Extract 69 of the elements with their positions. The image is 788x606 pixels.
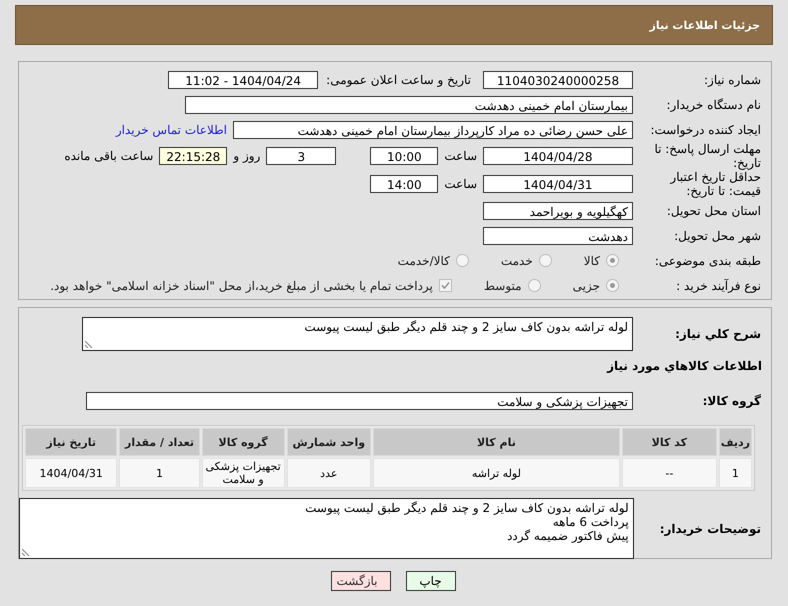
- note-line: لوله تراشه بدون کاف سایز 2 و چند قلم دیگر طبق لیست پیوست: [304, 501, 629, 515]
- table-cell: 1404/04/31: [25, 458, 118, 488]
- field-label: شماره نیاز:: [703, 72, 762, 86]
- days-label: روز و: [233, 149, 260, 163]
- resize-grip-icon: [85, 340, 93, 348]
- column-header: واحد شمارش: [286, 428, 371, 456]
- table-cell: 1: [718, 458, 752, 488]
- field-label: توضیحات خریدار:: [658, 522, 762, 536]
- note-line: پیش فاکتور ضمیمه گردد: [506, 529, 629, 543]
- buyer-contact-link[interactable]: اطلاعات تماس خریدار: [116, 122, 227, 136]
- field-label: نوع فرآیند خرید :: [675, 278, 762, 292]
- province-field: کهگیلویه و بویراحمد: [483, 202, 633, 220]
- column-header: ردیف: [718, 428, 752, 456]
- checkbox[interactable]: [438, 279, 452, 292]
- announce-date-field: 1404/04/24 - 11:02: [168, 70, 318, 88]
- checkbox-label: پرداخت تمام یا بخشی از مبلغ خرید،از محل "اسناد خزانه اسلامی" خواهد بود.: [50, 278, 433, 292]
- column-header: تعداد / مقدار: [119, 428, 200, 456]
- days-field: 3: [266, 147, 336, 165]
- validity-date-field: 1404/04/31: [483, 175, 633, 193]
- column-header: تاریخ نیاز: [25, 428, 118, 456]
- summary-box[interactable]: لوله تراشه بدون کاف سایز 2 و چند قلم دیگر طبق لیست پیوست: [82, 317, 633, 351]
- field-label: شرح کلي نياز:: [674, 327, 762, 341]
- table-cell: 1: [119, 458, 200, 488]
- radio-label: متوسط: [484, 278, 522, 292]
- field-label: گروه کالا:: [702, 394, 762, 408]
- column-header: نام کالا: [372, 428, 620, 456]
- remaining-label: ساعت باقی مانده: [64, 149, 154, 163]
- summary-text: لوله تراشه بدون کاف سایز 2 و چند قلم دیگر طبق لیست پیوست: [304, 320, 628, 334]
- field-label: استان محل تحویل:: [666, 204, 762, 218]
- table-cell: لوله تراشه: [372, 458, 620, 488]
- deadline-date-field: 1404/04/28: [483, 147, 633, 165]
- field-label: شهر محل تحویل:: [673, 228, 762, 242]
- section-title: اطلاعات كالاهاي مورد نياز: [606, 359, 763, 373]
- time-label: ساعت: [444, 177, 477, 191]
- field-label: نام دستگاه خریدار:: [666, 98, 762, 112]
- city-field: دهدشت: [483, 226, 633, 244]
- table-cell: --: [622, 458, 717, 488]
- back-button[interactable]: بازگشت: [330, 571, 390, 591]
- radio-label: کالا/خدمت: [398, 254, 450, 268]
- radio-label: کالا: [584, 254, 600, 268]
- buyer-org-field: بیمارستان امام خمینی دهدشت: [185, 96, 633, 114]
- column-header: گروه کالا: [202, 428, 285, 456]
- creator-field: علی حسن رضائی ده مراد کارپرداز بیمارستان امام خمینی دهدشت: [233, 120, 633, 138]
- need-number-field: 1104030240000258: [483, 70, 633, 88]
- field-label: تاریخ و ساعت اعلان عمومی:: [326, 72, 471, 86]
- field-label: ایجاد کننده درخواست:: [649, 122, 762, 136]
- buyer-notes-box[interactable]: لوله تراشه بدون کاف سایز 2 و چند قلم دیگر طبق لیست پیوست پرداخت 6 ماهه پیش فاکتور ضمیمه گردد: [19, 498, 634, 559]
- deadline-time-field: 10:00: [370, 147, 438, 165]
- print-button[interactable]: چاپ: [406, 571, 456, 591]
- radio-button[interactable]: [456, 254, 469, 267]
- radio-label: خدمت: [500, 254, 533, 268]
- field-label: مهلت ارسال پاسخ: تا تاریخ:: [653, 142, 762, 170]
- radio-button[interactable]: [528, 279, 541, 292]
- table-cell: تجهیزات پزشکی و سلامت: [202, 458, 285, 488]
- time-label: ساعت: [444, 149, 477, 163]
- goods-group-field: تجهیزات پزشکی و سلامت: [86, 392, 633, 410]
- validity-time-field: 14:00: [370, 175, 438, 193]
- note-line: پرداخت 6 ماهه: [552, 515, 629, 529]
- field-label: طبقه بندی موضوعی:: [654, 254, 762, 268]
- field-label: حداقل تاریخ اعتبار قیمت: تا تاریخ:: [668, 170, 762, 198]
- page-title: جزئیات اطلاعات نیاز: [650, 18, 760, 32]
- radio-button[interactable]: [606, 279, 619, 292]
- column-header: کد کالا: [622, 428, 717, 456]
- radio-button[interactable]: [606, 254, 619, 267]
- remaining-time-field: 22:15:28: [159, 147, 228, 165]
- radio-button[interactable]: [538, 254, 552, 267]
- radio-label: جزیی: [572, 278, 600, 292]
- table-cell: عدد: [286, 458, 371, 488]
- resize-grip-icon: [22, 548, 30, 556]
